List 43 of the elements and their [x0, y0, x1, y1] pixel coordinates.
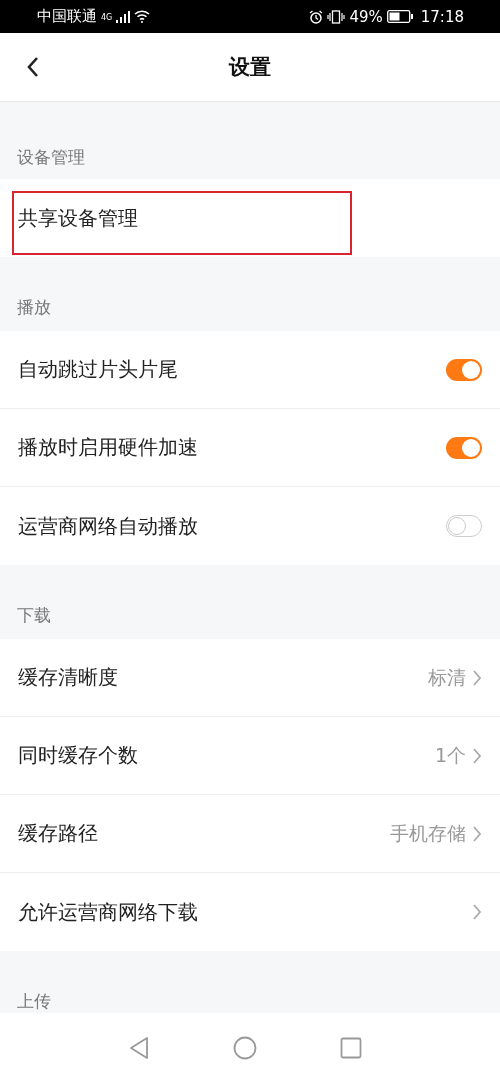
setting-value: 手机存储	[390, 820, 466, 846]
page-title: 设置	[229, 54, 271, 81]
carrier-name: 中国联通	[37, 7, 97, 26]
setting-label: 自动跳过片头片尾	[18, 356, 179, 383]
setting-label: 播放时启用硬件加速	[18, 434, 199, 461]
vibrate-icon	[327, 9, 346, 24]
settings-row[interactable]: 运营商网络自动播放	[0, 487, 500, 565]
battery-percent: 49%	[349, 7, 383, 26]
home-nav-button[interactable]	[232, 1035, 258, 1061]
settings-row[interactable]: 共享设备管理	[0, 179, 500, 257]
settings-row[interactable]: 同时缓存个数 1个	[0, 717, 500, 795]
settings-row[interactable]: 播放时启用硬件加速	[0, 409, 500, 487]
setting-label: 允许运营商网络下载	[18, 898, 199, 926]
settings-row[interactable]: 允许运营商网络下载	[0, 873, 500, 951]
clock-time: 17:18	[420, 7, 464, 26]
toggle-switch[interactable]	[446, 358, 482, 381]
toggle-switch[interactable]	[446, 436, 482, 459]
chevron-icon	[472, 824, 482, 843]
section-header: 上传	[16, 990, 52, 1013]
section-header: 播放	[16, 296, 52, 319]
setting-label: 运营商网络自动播放	[18, 512, 199, 540]
settings-row[interactable]: 自动跳过片头片尾	[0, 331, 500, 409]
recents-nav-button[interactable]	[338, 1035, 364, 1061]
section-header: 设备管理	[16, 146, 86, 169]
setting-label: 缓存清晰度	[18, 664, 119, 691]
setting-label: 共享设备管理	[18, 205, 139, 232]
settings-row[interactable]: 缓存清晰度 标清	[0, 639, 500, 717]
network-type: 4G	[101, 13, 113, 22]
chevron-icon	[472, 903, 482, 921]
alarm-icon	[309, 9, 324, 24]
signal-icon	[116, 10, 131, 23]
settings-row[interactable]: 缓存路径 手机存储	[0, 795, 500, 873]
battery-icon	[386, 10, 413, 23]
toggle-switch[interactable]	[446, 515, 482, 537]
setting-label: 同时缓存个数	[18, 742, 139, 769]
chevron-icon	[472, 668, 482, 687]
wifi-icon	[134, 10, 151, 23]
chevron-icon	[472, 746, 482, 765]
setting-value: 标清	[428, 664, 466, 690]
setting-value: 1个	[434, 742, 466, 768]
back-icon	[26, 56, 40, 78]
setting-label: 缓存路径	[18, 820, 99, 847]
section-header: 下载	[16, 604, 52, 627]
